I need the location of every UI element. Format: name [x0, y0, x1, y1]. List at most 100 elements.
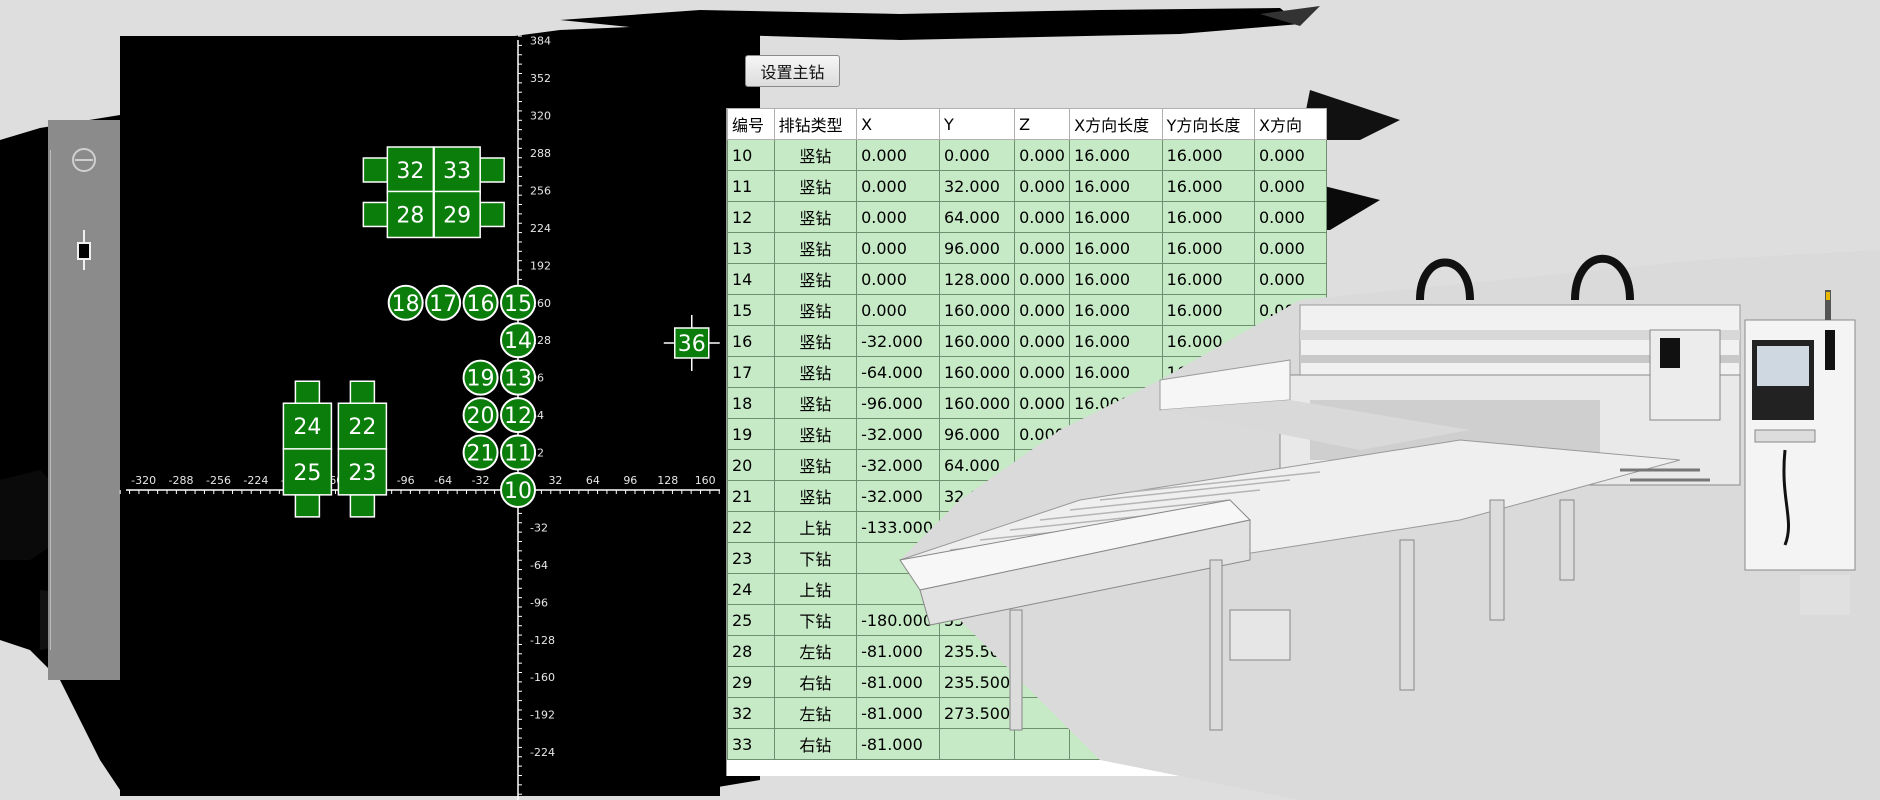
table-row[interactable]: 25 下钻 -180.000 55.500: [727, 604, 1327, 636]
table-cell[interactable]: -96.000: [856, 387, 940, 419]
table-cell[interactable]: [1014, 697, 1071, 729]
table-cell[interactable]: [1254, 418, 1327, 450]
table-cell[interactable]: 0.000: [856, 201, 940, 233]
table-cell[interactable]: [1254, 697, 1327, 729]
table-row[interactable]: 33 右钻 -81.000: [727, 728, 1327, 760]
table-cell[interactable]: 下钻: [773, 604, 858, 636]
table-cell[interactable]: [1069, 604, 1163, 636]
table-cell[interactable]: [1254, 542, 1327, 574]
table-cell[interactable]: [1254, 604, 1327, 636]
table-row[interactable]: 16 竖钻 -32.000 160.000 0.000 16.000 16.000 0.000: [727, 325, 1327, 357]
column-header[interactable]: Y: [938, 108, 1016, 140]
table-cell[interactable]: [1161, 387, 1256, 419]
drill-table-panel[interactable]: 编号 排钻类型 X Y Z X方向长度 Y方向长度 X方向 10 竖钻 0.000 0.000 0.0…: [726, 108, 1327, 776]
table-row[interactable]: 10 竖钻 0.000 0.000 0.000 16.000 16.000 0.000: [727, 139, 1327, 171]
column-header[interactable]: X: [856, 108, 940, 140]
table-cell[interactable]: 11: [727, 170, 775, 202]
table-cell[interactable]: [1014, 511, 1071, 543]
table-cell[interactable]: 16.000: [1161, 325, 1256, 357]
table-cell[interactable]: [1161, 418, 1256, 450]
table-cell[interactable]: 竖钻: [773, 170, 858, 202]
table-cell[interactable]: -32.000: [856, 325, 940, 357]
slider-handle-icon[interactable]: [77, 230, 91, 270]
table-cell[interactable]: 0.000: [856, 263, 940, 295]
table-cell[interactable]: [1069, 511, 1163, 543]
table-row[interactable]: 15 竖钻 0.000 160.000 0.000 16.000 16.000 0.000: [727, 294, 1327, 326]
table-cell[interactable]: 0.000: [1254, 356, 1327, 388]
table-cell[interactable]: 右钻: [773, 728, 858, 760]
table-cell[interactable]: [1254, 728, 1327, 760]
vertical-drill-marker[interactable]: 21: [462, 434, 499, 471]
table-cell[interactable]: 14: [727, 263, 775, 295]
table-cell[interactable]: 竖钻: [773, 201, 858, 233]
vertical-drill-marker[interactable]: 12: [500, 397, 536, 434]
table-row[interactable]: 11 竖钻 0.000 32.000 0.000 16.000 16.000 0.000: [727, 170, 1327, 202]
table-cell[interactable]: 0.000: [1254, 294, 1327, 326]
table-cell[interactable]: [1069, 666, 1163, 698]
table-cell[interactable]: 16.000: [1161, 232, 1256, 264]
table-cell[interactable]: [1161, 449, 1256, 481]
column-header[interactable]: Z: [1014, 108, 1071, 140]
table-cell[interactable]: 13: [727, 232, 775, 264]
set-main-drill-button[interactable]: 设置主钻: [745, 55, 840, 87]
table-row[interactable]: 12 竖钻 0.000 64.000 0.000 16.000 16.000 0.000: [727, 201, 1327, 233]
zoom-icon[interactable]: [72, 148, 96, 172]
table-cell[interactable]: -64.000: [856, 356, 940, 388]
table-cell[interactable]: 0.000: [1014, 139, 1071, 171]
table-cell[interactable]: [1069, 728, 1163, 760]
table-cell[interactable]: 33: [727, 728, 775, 760]
table-cell[interactable]: [938, 573, 1016, 605]
table-cell[interactable]: [1014, 449, 1071, 481]
table-cell[interactable]: -32.000: [856, 418, 940, 450]
table-cell[interactable]: [1161, 511, 1256, 543]
table-cell[interactable]: 下钻: [773, 542, 858, 574]
vertical-drill-marker[interactable]: 20: [462, 397, 499, 434]
table-cell[interactable]: 16.000: [1069, 139, 1163, 171]
table-row[interactable]: 19 竖钻 -32.000 96.000 0.000 16.000: [727, 418, 1327, 450]
table-cell[interactable]: 竖钻: [773, 294, 858, 326]
table-cell[interactable]: 16.000: [1161, 263, 1256, 295]
table-cell[interactable]: 16.000: [1161, 294, 1256, 326]
vertical-drill-marker[interactable]: 13: [500, 359, 536, 396]
table-cell[interactable]: 0.000: [1014, 294, 1071, 326]
column-header[interactable]: Y方向长度: [1161, 108, 1256, 140]
table-cell[interactable]: 128.000: [938, 263, 1016, 295]
table-cell[interactable]: 16.000: [1069, 387, 1163, 419]
table-cell[interactable]: 左钻: [773, 635, 858, 667]
table-cell[interactable]: 19: [727, 418, 775, 450]
table-cell[interactable]: 0.000: [1254, 325, 1327, 357]
table-cell[interactable]: 竖钻: [773, 480, 858, 512]
table-cell[interactable]: 右钻: [773, 666, 858, 698]
table-cell[interactable]: 16.000: [1069, 263, 1163, 295]
table-cell[interactable]: 0.000: [1014, 232, 1071, 264]
table-cell[interactable]: 0.000: [856, 232, 940, 264]
table-cell[interactable]: [1161, 573, 1256, 605]
table-cell[interactable]: 25: [727, 604, 775, 636]
table-cell[interactable]: 21: [727, 480, 775, 512]
table-cell[interactable]: 16.000: [1069, 170, 1163, 202]
table-cell[interactable]: [1014, 666, 1071, 698]
table-cell[interactable]: [1014, 635, 1071, 667]
table-cell[interactable]: [1069, 449, 1163, 481]
table-row[interactable]: 14 竖钻 0.000 128.000 0.000 16.000 16.000 0.000: [727, 263, 1327, 295]
table-cell[interactable]: [1161, 480, 1256, 512]
table-cell[interactable]: [1069, 573, 1163, 605]
table-cell[interactable]: 0.000: [1014, 356, 1071, 388]
table-cell[interactable]: 左钻: [773, 697, 858, 729]
table-cell[interactable]: 16.000: [1161, 356, 1256, 388]
table-cell[interactable]: 0.000: [1014, 325, 1071, 357]
table-row[interactable]: 13 竖钻 0.000 96.000 0.000 16.000 16.000 0.000: [727, 232, 1327, 264]
table-cell[interactable]: 23: [727, 542, 775, 574]
table-cell[interactable]: 29: [727, 666, 775, 698]
table-cell[interactable]: -81.000: [856, 697, 940, 729]
table-cell[interactable]: [1161, 542, 1256, 574]
table-cell[interactable]: 16.000: [1069, 356, 1163, 388]
table-cell[interactable]: [1254, 573, 1327, 605]
table-cell[interactable]: [1161, 728, 1256, 760]
table-cell[interactable]: 160.000: [938, 387, 1016, 419]
table-cell[interactable]: 15: [727, 294, 775, 326]
table-cell[interactable]: [1069, 480, 1163, 512]
table-cell[interactable]: [1254, 387, 1327, 419]
column-header[interactable]: 排钻类型: [773, 108, 858, 140]
table-cell[interactable]: 160.000: [938, 325, 1016, 357]
